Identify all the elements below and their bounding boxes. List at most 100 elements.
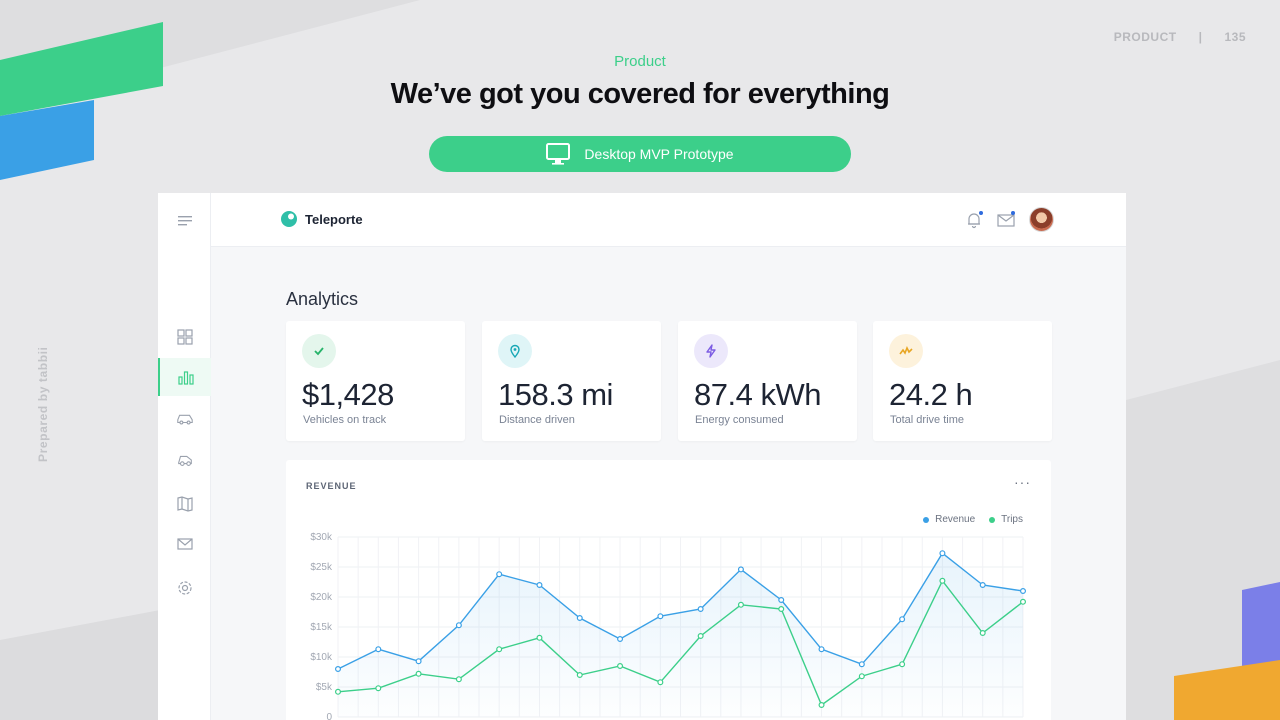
revenue-point[interactable] — [455, 622, 462, 629]
trips-point[interactable] — [818, 702, 825, 709]
brand-name: Teleporte — [305, 211, 363, 227]
trips-point[interactable] — [334, 688, 341, 695]
stat-value: 24.2 h — [889, 377, 973, 412]
stat-value: 87.4 kWh — [694, 377, 821, 412]
trips-point[interactable] — [979, 630, 986, 637]
pin-icon — [510, 344, 520, 358]
trips-point[interactable] — [496, 646, 503, 653]
analytics-title: Analytics — [286, 289, 359, 309]
revenue-point[interactable] — [415, 658, 422, 665]
trips-point[interactable] — [455, 676, 462, 683]
separator: | — [1198, 30, 1203, 44]
y-tick-label: $15k — [310, 622, 333, 633]
sidebar-item-fleet[interactable] — [158, 441, 211, 479]
stat-card-distance[interactable]: 158.3 mi Distance driven — [482, 321, 661, 441]
stat-value: 158.3 mi — [498, 377, 613, 412]
y-tick-label: 0 — [326, 712, 332, 720]
mail-icon — [176, 538, 193, 550]
revenue-point[interactable] — [899, 616, 906, 623]
sidebar-item-analytics[interactable] — [158, 358, 211, 396]
message-dot — [1011, 210, 1015, 215]
grid-icon — [176, 329, 193, 345]
page-number: 135 — [1224, 30, 1246, 44]
trips-point[interactable] — [375, 685, 382, 692]
sidebar-item-settings[interactable] — [158, 569, 211, 607]
settings-icon — [177, 581, 192, 595]
revenue-point[interactable] — [778, 597, 785, 604]
trips-point[interactable] — [415, 670, 422, 677]
revenue-point[interactable] — [496, 571, 503, 578]
brand[interactable]: Teleporte — [280, 210, 363, 228]
revenue-point[interactable] — [737, 566, 744, 573]
revenue-point[interactable] — [657, 613, 664, 620]
stat-label: Total drive time — [890, 414, 964, 426]
sidebar-item-map[interactable] — [158, 485, 211, 523]
stat-card-drive-time[interactable]: 24.2 h Total drive time — [873, 321, 1052, 441]
activity-icon — [899, 346, 913, 355]
bar-chart-icon — [177, 371, 194, 385]
car-icon — [176, 414, 193, 425]
revenue-point[interactable] — [576, 615, 583, 622]
y-tick-label: $30k — [310, 532, 333, 543]
trips-point[interactable] — [1019, 598, 1026, 605]
messages-button[interactable] — [997, 210, 1015, 229]
trips-point[interactable] — [858, 673, 865, 680]
sidebar-item-messages[interactable] — [158, 525, 211, 563]
pill-label: Desktop MVP Prototype — [584, 146, 734, 162]
y-tick-label: $25k — [310, 562, 333, 573]
sidebar-item-vehicles[interactable] — [158, 399, 211, 437]
trips-point[interactable] — [536, 634, 543, 641]
revenue-point[interactable] — [536, 581, 543, 588]
trips-point[interactable] — [576, 672, 583, 679]
stat-card-energy[interactable]: 87.4 kWh Energy consumed — [678, 321, 857, 441]
y-tick-label: $20k — [310, 592, 333, 603]
revenue-chart-card: REVENUE ··· Revenue Trips $30k $25k $20k $1… — [286, 460, 1051, 720]
teleporte-logo — [281, 211, 297, 227]
y-tick-label: $5k — [316, 682, 333, 693]
topbar: Teleporte — [211, 193, 1126, 247]
revenue-point[interactable] — [617, 636, 624, 643]
stat-label: Vehicles on track — [303, 414, 387, 426]
topbar-actions — [965, 207, 1054, 232]
slide-meta: PRODUCT | 135 — [1114, 30, 1246, 44]
credit-text: Prepared by tabbii — [36, 346, 50, 463]
revenue-point[interactable] — [1019, 588, 1026, 595]
activity-badge — [889, 334, 923, 368]
app-window: Teleporte Analytics $1,428 Vehicles on t… — [158, 193, 1126, 720]
page-title: We’ve got you covered for everything — [390, 78, 890, 110]
revenue-line-chart: $30k $25k $20k $15k $10k $5k 0 — [310, 532, 1026, 720]
check-badge — [302, 334, 336, 368]
trips-point[interactable] — [697, 633, 704, 640]
trips-point[interactable] — [939, 577, 946, 584]
car-alt-icon — [177, 455, 192, 466]
notifications-button[interactable] — [965, 210, 983, 229]
revenue-point[interactable] — [858, 661, 865, 668]
trips-point[interactable] — [778, 606, 785, 613]
desktop-mvp-pill[interactable]: Desktop MVP Prototype — [429, 136, 851, 172]
y-tick-label: $10k — [310, 652, 333, 663]
sidebar — [158, 193, 211, 720]
trips-point[interactable] — [737, 601, 744, 608]
revenue-point[interactable] — [939, 550, 946, 557]
map-icon — [176, 496, 193, 512]
pin-badge — [498, 334, 532, 368]
bolt-badge — [694, 334, 728, 368]
trips-point[interactable] — [899, 661, 906, 668]
eyebrow-text: Product — [614, 53, 666, 70]
revenue-point[interactable] — [979, 581, 986, 588]
section-label: PRODUCT — [1113, 30, 1177, 44]
stat-card-vehicles[interactable]: $1,428 Vehicles on track — [286, 321, 465, 441]
revenue-point[interactable] — [697, 606, 704, 613]
revenue-point[interactable] — [334, 666, 341, 673]
trips-point[interactable] — [657, 679, 664, 686]
notification-dot — [979, 210, 983, 215]
bolt-icon — [706, 344, 716, 358]
stat-label: Energy consumed — [695, 414, 784, 426]
sidebar-item-dashboard[interactable] — [158, 318, 211, 356]
trips-point[interactable] — [617, 663, 624, 670]
check-icon — [314, 347, 324, 356]
avatar[interactable] — [1029, 207, 1054, 232]
revenue-point[interactable] — [375, 646, 382, 653]
menu-icon[interactable] — [176, 213, 194, 229]
revenue-point[interactable] — [818, 646, 825, 653]
